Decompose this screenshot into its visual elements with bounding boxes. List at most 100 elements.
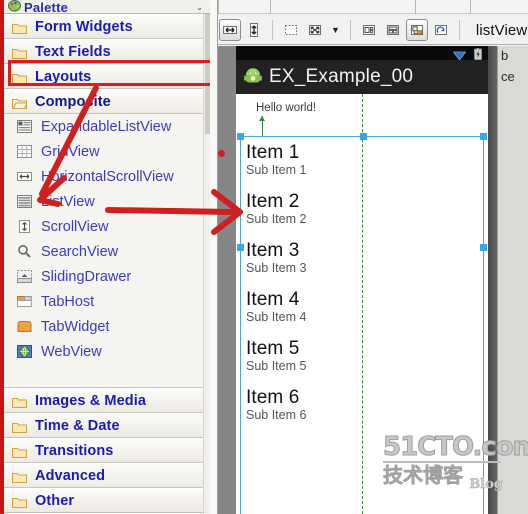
folder-icon	[12, 445, 27, 458]
gravity-button[interactable]	[304, 19, 326, 41]
layout-corner-icon	[410, 25, 423, 35]
palette-category-advanced[interactable]: Advanced	[4, 463, 210, 488]
palette-item-listview[interactable]: ListView	[4, 189, 210, 214]
vertical-splitter[interactable]	[210, 0, 218, 514]
wifi-icon	[452, 48, 467, 61]
list-item-title: Item 4	[246, 289, 300, 310]
palette-category-label: Composite	[35, 93, 111, 110]
palette-panel[interactable]: Palette ⌄ Form Widgets Text Fields Layou…	[0, 0, 210, 514]
palette-item-label: TabWidget	[41, 318, 110, 335]
resize-handle-top-right[interactable]	[480, 133, 487, 140]
palette-item-horizontalscrollview[interactable]: HorizontalScrollView	[4, 164, 210, 189]
list-item-subtitle: Sub Item 3	[246, 261, 307, 275]
chevron-down-icon[interactable]: ⌄	[196, 3, 203, 12]
palette-item-expandablelistview[interactable]: ExpandableListView	[4, 114, 210, 139]
list-item-title: Item 1	[246, 142, 300, 163]
list-item[interactable]: Item 1 Sub Item 1	[246, 142, 482, 178]
palette-item-scrollview[interactable]: ScrollView	[4, 214, 210, 239]
palette-header: Palette ⌄	[4, 0, 210, 14]
list-item-subtitle: Sub Item 2	[246, 212, 307, 226]
device-app-title: EX_Example_00	[269, 66, 414, 87]
grid-view-icon	[16, 143, 33, 160]
palette-category-label: Transitions	[35, 442, 114, 459]
toolbar-tick	[415, 0, 416, 14]
palette-category-images-media[interactable]: Images & Media	[4, 388, 210, 413]
palette-item-label: ScrollView	[41, 218, 109, 235]
sliding-drawer-icon	[16, 268, 33, 285]
palette-item-label: GridView	[41, 143, 100, 160]
resize-handle-top-center[interactable]	[360, 133, 367, 140]
list-item-title: Item 5	[246, 338, 300, 359]
palette-item-label: HorizontalScrollView	[41, 168, 174, 185]
tab-host-icon	[16, 293, 33, 310]
palette-categories-bottom: Images & Media Time & Date Transitions A…	[4, 388, 210, 513]
palette-item-label: ExpandableListView	[41, 118, 172, 135]
distribute-vertical-button[interactable]	[382, 19, 404, 41]
scroll-view-icon	[16, 218, 33, 235]
palette-spacer	[4, 364, 210, 388]
palette-category-transitions[interactable]: Transitions	[4, 438, 210, 463]
arrows-horizontal-icon	[223, 26, 237, 34]
palette-category-label: Form Widgets	[35, 18, 133, 35]
toggle-width-fill-button[interactable]	[219, 19, 241, 41]
align-boxes-vertical-icon	[386, 25, 399, 35]
palette-category-layouts[interactable]: Layouts	[4, 64, 210, 89]
list-item[interactable]: Item 4 Sub Item 4	[246, 289, 482, 325]
folder-icon	[12, 21, 27, 34]
expand-arrows-icon	[309, 25, 321, 35]
margin-guide-arrow	[259, 116, 265, 136]
list-view-icon	[16, 193, 33, 210]
folder-icon	[12, 495, 27, 508]
palette-icon	[8, 0, 21, 12]
gravity-dropdown-caret[interactable]: ▼	[331, 25, 340, 35]
palette-scrollbar[interactable]	[203, 14, 210, 514]
change-layout-button[interactable]	[405, 19, 428, 41]
palette-item-searchview[interactable]: SearchView	[4, 239, 210, 264]
list-item[interactable]: Item 3 Sub Item 3	[246, 240, 482, 276]
list-item-title: Item 3	[246, 240, 300, 261]
device-status-bar	[236, 46, 488, 61]
resize-handle-middle-left[interactable]	[237, 244, 244, 251]
listview-items[interactable]: Item 1 Sub Item 1 Item 2 Sub Item 2 Item…	[246, 142, 482, 514]
folder-icon	[12, 420, 27, 433]
margins-button[interactable]	[280, 19, 302, 41]
tab-widget-icon	[16, 318, 33, 335]
properties-panel-sliver[interactable]: b ce	[497, 46, 528, 514]
palette-item-slidingdrawer[interactable]: SlidingDrawer	[4, 264, 210, 289]
distribute-horizontal-button[interactable]	[358, 19, 380, 41]
toolbar-tick	[270, 0, 271, 14]
battery-icon	[474, 47, 482, 60]
palette-category-time-date[interactable]: Time & Date	[4, 413, 210, 438]
refresh-layout-button[interactable]	[430, 19, 452, 41]
palette-item-label: SearchView	[41, 243, 119, 260]
list-item-title: Item 2	[246, 191, 300, 212]
palette-category-label: Other	[35, 492, 75, 509]
palette-category-composite[interactable]: Composite	[4, 89, 210, 114]
resize-handle-top-left[interactable]	[237, 133, 244, 140]
selection-title: listView	[475, 21, 528, 39]
device-preview[interactable]: EX_Example_00 Hello world! Item 1 Sub It…	[236, 46, 488, 514]
palette-category-other[interactable]: Other	[4, 488, 210, 513]
toggle-height-fill-button[interactable]	[243, 19, 265, 41]
palette-widget-list: ExpandableListView GridView HorizontalSc…	[4, 114, 210, 364]
annotation-dot	[218, 150, 225, 157]
toolbar-tick	[470, 0, 471, 14]
list-item[interactable]: Item 6 Sub Item 6	[246, 387, 482, 423]
palette-item-tabhost[interactable]: TabHost	[4, 289, 210, 314]
device-content[interactable]: Hello world! Item 1 Sub Item 1 Item 2 Su…	[236, 94, 488, 514]
folder-icon	[12, 395, 27, 408]
palette-item-tabwidget[interactable]: TabWidget	[4, 314, 210, 339]
palette-category-text-fields[interactable]: Text Fields	[4, 39, 210, 64]
toolbar-separator	[272, 20, 273, 40]
toolbar-separator	[458, 20, 460, 40]
list-item[interactable]: Item 5 Sub Item 5	[246, 338, 482, 374]
palette-category-label: Layouts	[35, 68, 92, 85]
palette-item-webview[interactable]: WebView	[4, 339, 210, 364]
layout-canvas[interactable]: EX_Example_00 Hello world! Item 1 Sub It…	[218, 46, 528, 514]
palette-item-label: WebView	[41, 343, 102, 360]
folder-icon	[12, 71, 27, 84]
palette-category-form-widgets[interactable]: Form Widgets	[4, 14, 210, 39]
horizontal-scroll-view-icon	[16, 168, 33, 185]
list-item[interactable]: Item 2 Sub Item 2	[246, 191, 482, 227]
palette-item-gridview[interactable]: GridView	[4, 139, 210, 164]
